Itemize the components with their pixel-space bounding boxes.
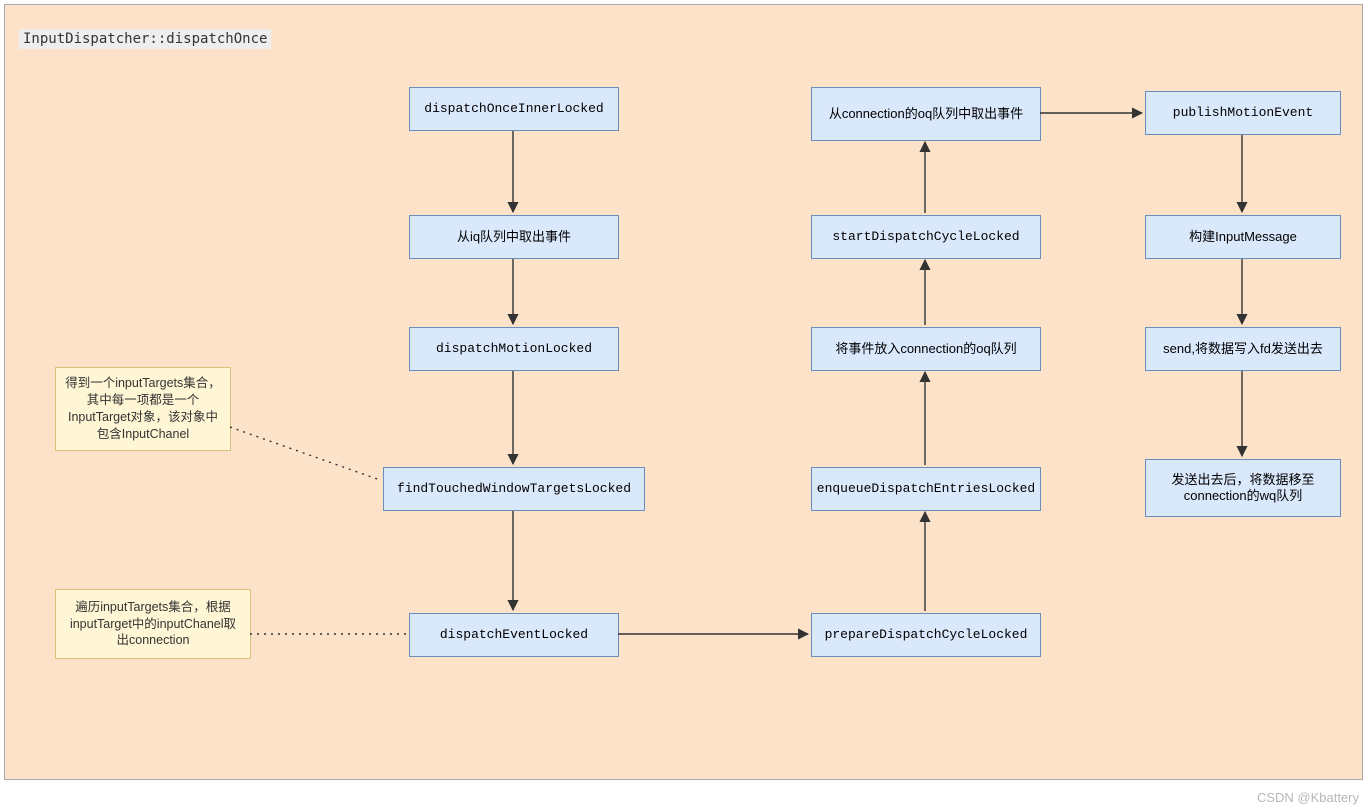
node-move-to-wq: 发送出去后，将数据移至connection的wq队列 bbox=[1145, 459, 1341, 517]
node-start-dispatch-cycle-locked: startDispatchCycleLocked bbox=[811, 215, 1041, 259]
node-dequeue-oq: 从connection的oq队列中取出事件 bbox=[811, 87, 1041, 141]
node-dispatch-event-locked: dispatchEventLocked bbox=[409, 613, 619, 657]
note-iterate-targets: 遍历inputTargets集合，根据inputTarget中的inputCha… bbox=[55, 589, 251, 659]
node-dequeue-iq: 从iq队列中取出事件 bbox=[409, 215, 619, 259]
node-prepare-dispatch-cycle-locked: prepareDispatchCycleLocked bbox=[811, 613, 1041, 657]
note-input-targets: 得到一个inputTargets集合，其中每一项都是一个InputTarget对… bbox=[55, 367, 231, 451]
node-find-touched-window-targets-locked: findTouchedWindowTargetsLocked bbox=[383, 467, 645, 511]
watermark: CSDN @Kbattery bbox=[1257, 790, 1359, 805]
diagram-canvas: InputDispatcher::dispatchOnce dispatchOn… bbox=[4, 4, 1363, 780]
node-dispatch-once-inner-locked: dispatchOnceInnerLocked bbox=[409, 87, 619, 131]
node-publish-motion-event: publishMotionEvent bbox=[1145, 91, 1341, 135]
node-build-input-message: 构建InputMessage bbox=[1145, 215, 1341, 259]
node-enqueue-dispatch-entries-locked: enqueueDispatchEntriesLocked bbox=[811, 467, 1041, 511]
node-put-event-into-oq: 将事件放入connection的oq队列 bbox=[811, 327, 1041, 371]
diagram-title: InputDispatcher::dispatchOnce bbox=[19, 29, 271, 49]
node-send-write-fd: send,将数据写入fd发送出去 bbox=[1145, 327, 1341, 371]
node-dispatch-motion-locked: dispatchMotionLocked bbox=[409, 327, 619, 371]
